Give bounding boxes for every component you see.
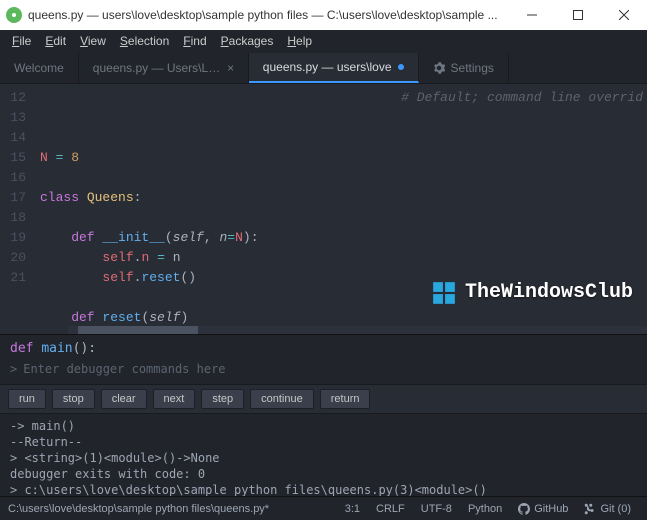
tab-label: queens.py — users\love — [263, 60, 392, 74]
debugger-step-button[interactable]: step — [201, 389, 244, 409]
menu-edit[interactable]: Edit — [39, 32, 72, 50]
debugger-input-row[interactable]: > Enter debugger commands here — [0, 358, 647, 384]
tab-0[interactable]: Welcome — [0, 53, 79, 83]
code-line[interactable]: def reset(self) — [34, 308, 647, 328]
window-title: queens.py — users\love\desktop\sample py… — [28, 8, 509, 22]
line-number: 20 — [0, 248, 26, 268]
code-line[interactable] — [34, 168, 647, 188]
status-file-path[interactable]: C:\users\love\desktop\sample python file… — [8, 503, 337, 515]
line-number: 21 — [0, 268, 26, 288]
code-line[interactable]: def __init__(self, n=N): — [34, 228, 647, 248]
debugger-next-button[interactable]: next — [153, 389, 196, 409]
debugger-panel: def main(): > Enter debugger commands he… — [0, 334, 647, 496]
code-area[interactable]: # Default; command line overrid N = 8 cl… — [34, 84, 647, 334]
code-line[interactable]: class Queens: — [34, 188, 647, 208]
scrollbar-thumb[interactable] — [78, 326, 198, 334]
line-number: 13 — [0, 108, 26, 128]
status-git-label: Git (0) — [600, 503, 631, 515]
menu-view[interactable]: View — [74, 32, 112, 50]
debugger-run-button[interactable]: run — [8, 389, 46, 409]
line-number: 16 — [0, 168, 26, 188]
debugger-continue-button[interactable]: continue — [250, 389, 314, 409]
app-icon — [6, 7, 22, 23]
close-button[interactable] — [601, 0, 647, 30]
window-titlebar: queens.py — users\love\desktop\sample py… — [0, 0, 647, 30]
watermark-text: TheWindowsClub — [465, 283, 633, 303]
debugger-prompt: > — [10, 362, 17, 376]
line-number: 14 — [0, 128, 26, 148]
watermark: TheWindowsClub — [431, 280, 633, 306]
debugger-output[interactable]: -> main() --Return-- > <string>(1)<modul… — [0, 414, 647, 496]
status-language[interactable]: Python — [460, 503, 510, 515]
menu-help[interactable]: Help — [281, 32, 318, 50]
tab-bar: Welcomequeens.py — Users\Love×queens.py … — [0, 52, 647, 84]
menu-selection[interactable]: Selection — [114, 32, 175, 50]
menu-packages[interactable]: Packages — [215, 32, 280, 50]
menubar: FileEditViewSelectionFindPackagesHelp — [0, 30, 647, 52]
tab-3[interactable]: Settings — [419, 53, 509, 83]
code-line[interactable] — [34, 208, 647, 228]
line-number: 18 — [0, 208, 26, 228]
status-encoding[interactable]: UTF-8 — [413, 503, 460, 515]
line-number: 17 — [0, 188, 26, 208]
debugger-toolbar: runstop clear nextstep continue return — [0, 384, 647, 414]
line-gutter: 12131415161718192021 — [0, 84, 34, 334]
tab-label: Welcome — [14, 61, 64, 75]
status-github[interactable]: GitHub — [510, 503, 576, 515]
menu-file[interactable]: File — [6, 32, 37, 50]
status-git[interactable]: Git (0) — [576, 503, 639, 515]
debugger-context: def main(): — [0, 335, 647, 358]
menu-find[interactable]: Find — [177, 32, 212, 50]
debugger-placeholder: Enter debugger commands here — [23, 362, 225, 376]
debugger-return-button[interactable]: return — [320, 389, 371, 409]
line-number: 15 — [0, 148, 26, 168]
line-number: 19 — [0, 228, 26, 248]
editor-scrollbar[interactable] — [68, 326, 647, 334]
status-github-label: GitHub — [534, 503, 568, 515]
debugger-clear-button[interactable]: clear — [101, 389, 147, 409]
line-number: 12 — [0, 88, 26, 108]
gear-icon — [433, 62, 445, 74]
code-line[interactable]: N = 8 — [34, 148, 647, 168]
debugger-stop-button[interactable]: stop — [52, 389, 95, 409]
minimize-button[interactable] — [509, 0, 555, 30]
status-bar: C:\users\love\desktop\sample python file… — [0, 496, 647, 520]
github-icon — [518, 503, 530, 515]
git-branch-icon — [584, 503, 596, 515]
tab-label: queens.py — Users\Love — [93, 61, 221, 75]
code-line[interactable]: self.n = n — [34, 248, 647, 268]
maximize-button[interactable] — [555, 0, 601, 30]
status-cursor[interactable]: 3:1 — [337, 503, 368, 515]
status-eol[interactable]: CRLF — [368, 503, 413, 515]
code-editor[interactable]: 12131415161718192021 # Default; command … — [0, 84, 647, 334]
tab-label: Settings — [451, 61, 494, 75]
tab-close-icon[interactable]: × — [227, 61, 234, 75]
tab-modified-dot — [398, 64, 404, 70]
tab-2[interactable]: queens.py — users\love — [249, 53, 419, 83]
tab-1[interactable]: queens.py — Users\Love × — [79, 53, 249, 83]
code-comment: # Default; command line overrid — [401, 88, 643, 108]
